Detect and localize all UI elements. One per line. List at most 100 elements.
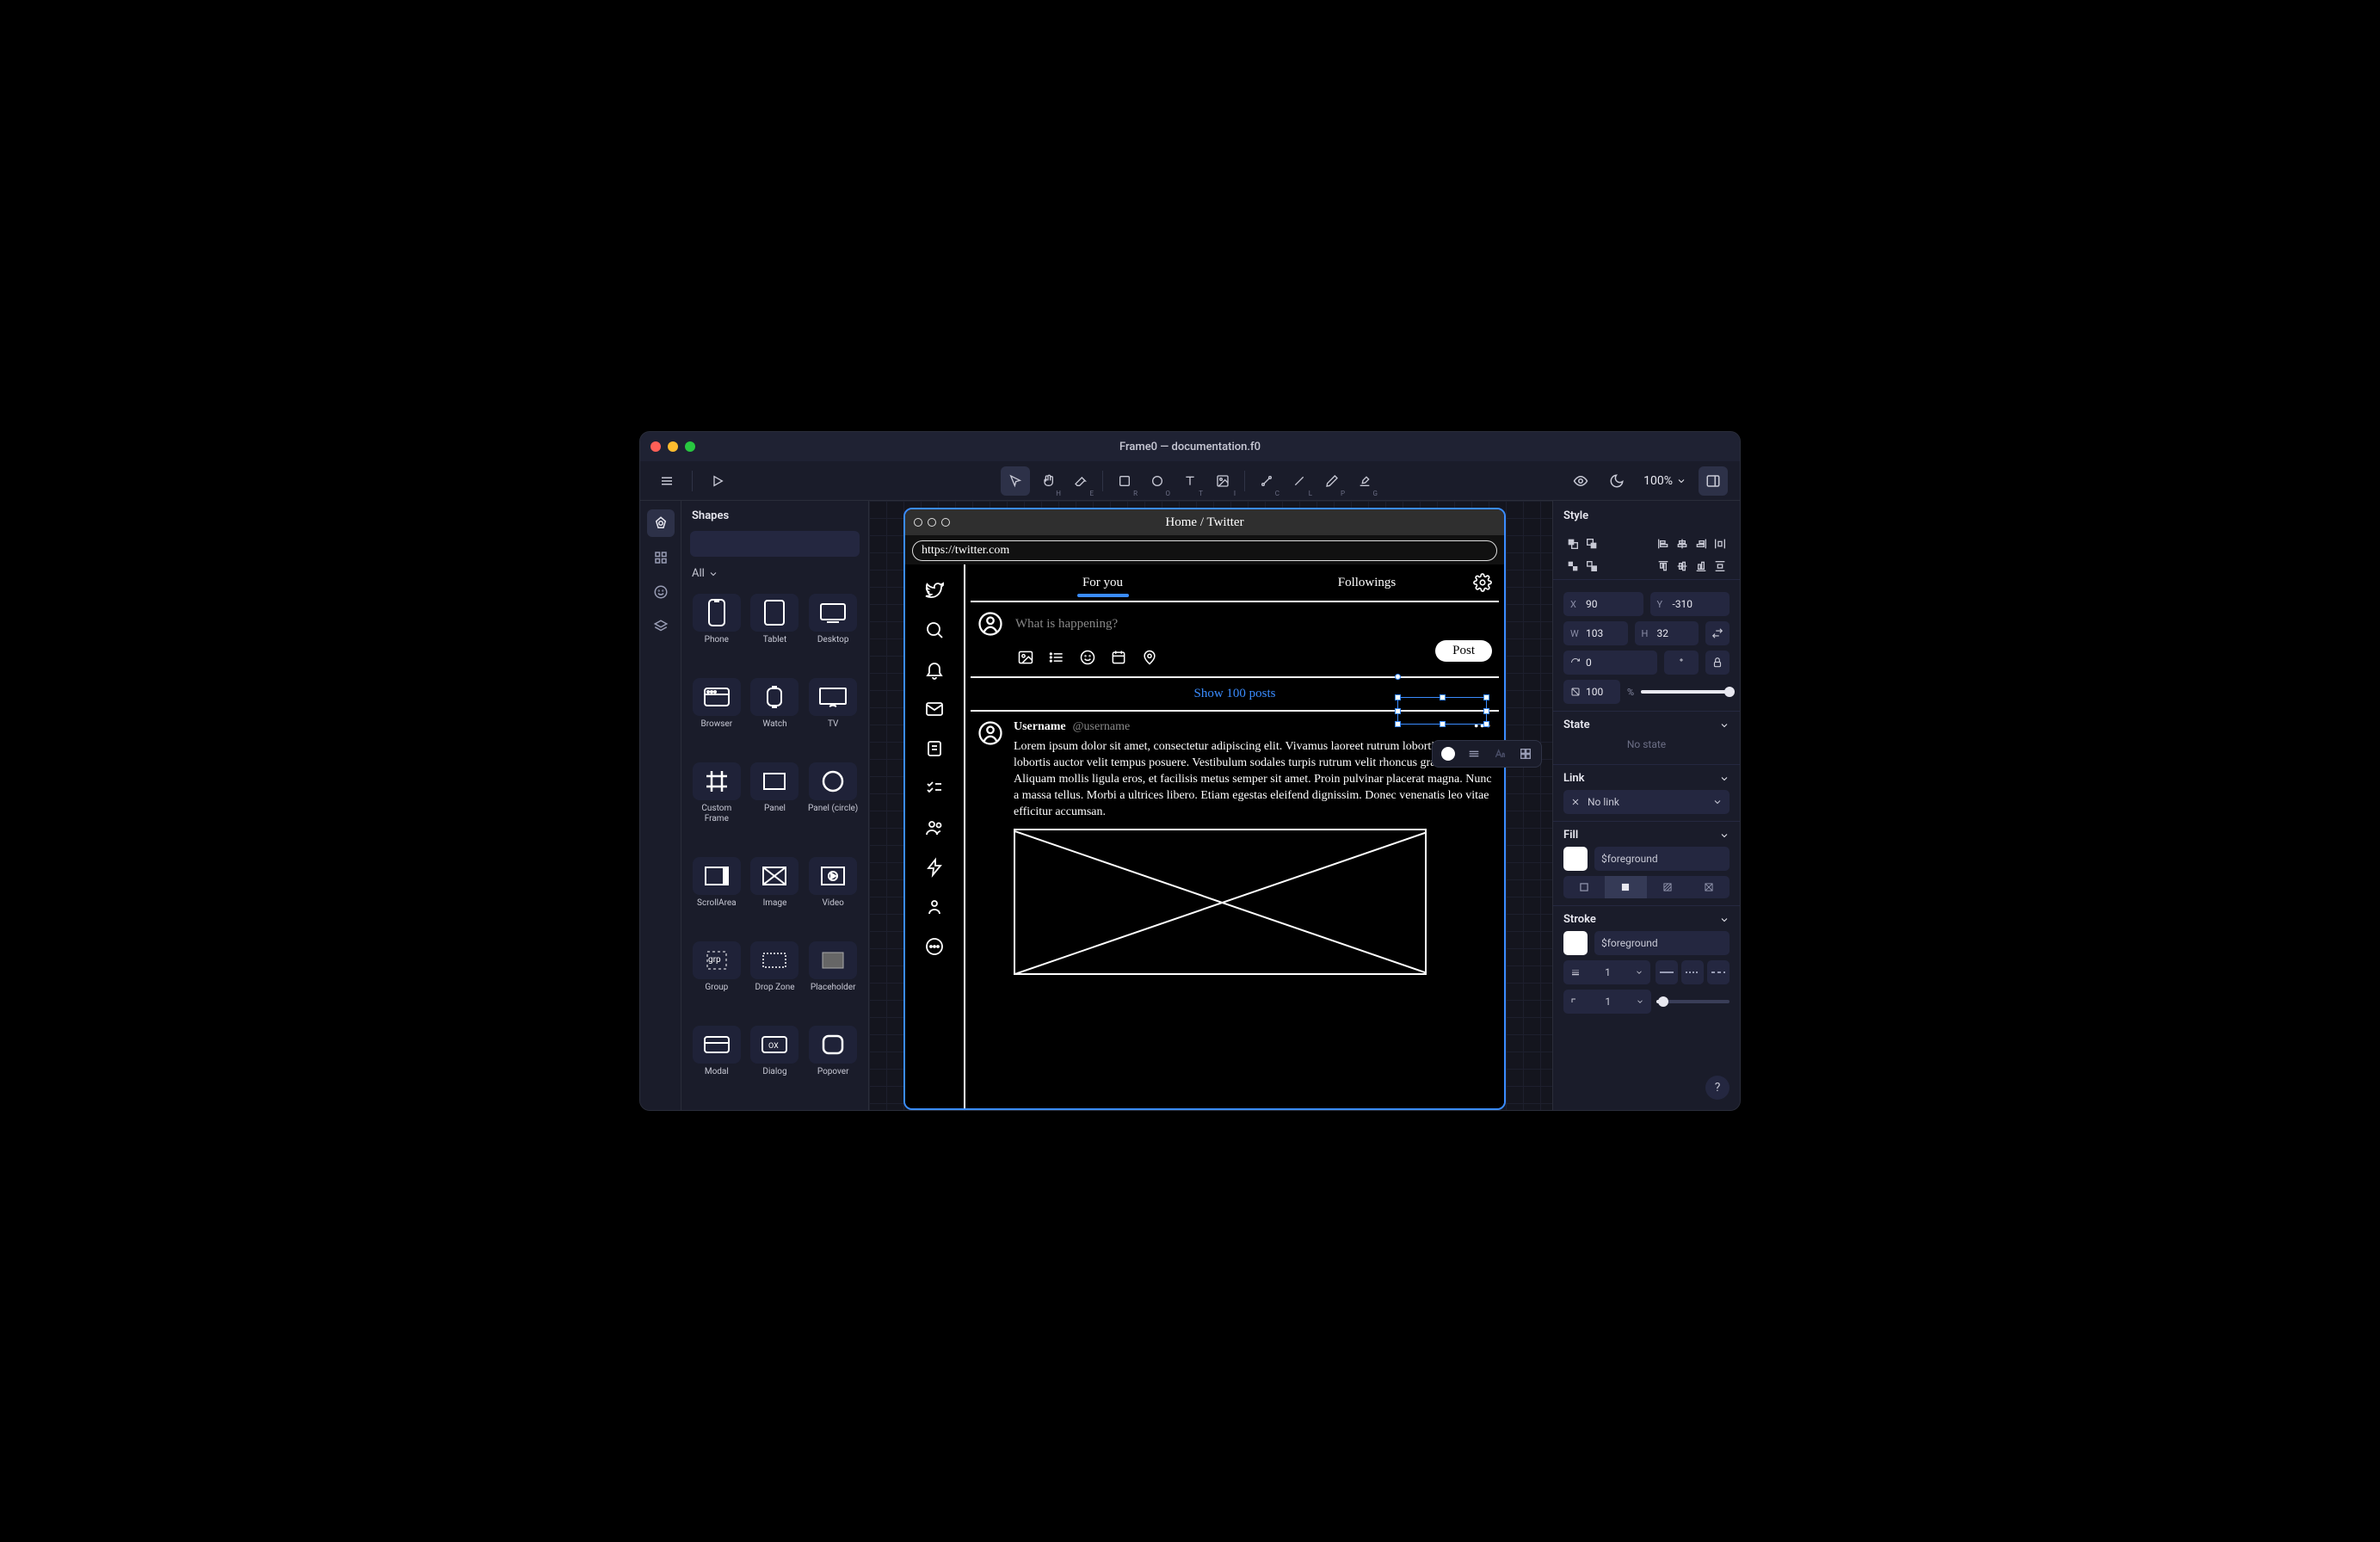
shape-item[interactable]: Phone	[690, 590, 743, 669]
line-tool[interactable]: L	[1285, 466, 1314, 496]
shape-item[interactable]: OXDialog	[749, 1022, 802, 1101]
note-icon[interactable]	[924, 738, 945, 759]
lock-aspect-button[interactable]	[1705, 651, 1730, 675]
fill-hatch[interactable]	[1647, 876, 1688, 898]
smile-icon[interactable]	[1079, 649, 1096, 666]
shape-item[interactable]: ScrollArea	[690, 854, 743, 933]
shape-item[interactable]: Panel	[749, 759, 802, 848]
align-center-v-button[interactable]	[1673, 557, 1692, 576]
shape-item[interactable]: Modal	[690, 1022, 743, 1101]
shape-item[interactable]: Placeholder	[806, 938, 860, 1017]
components-rail-button[interactable]	[647, 544, 675, 571]
height-field[interactable]: H32	[1635, 621, 1699, 645]
x-field[interactable]: X90	[1563, 592, 1643, 616]
fill-cross[interactable]	[1688, 876, 1730, 898]
shape-item[interactable]: Desktop	[806, 590, 860, 669]
shape-item[interactable]: Watch	[749, 675, 802, 754]
shapes-rail-button[interactable]	[647, 509, 675, 537]
send-backward-button[interactable]	[1582, 534, 1601, 553]
swap-wh-button[interactable]	[1705, 621, 1730, 645]
fill-solid[interactable]	[1605, 876, 1646, 898]
post-username[interactable]: Username	[1014, 720, 1066, 734]
stroke-width-select[interactable]: 1	[1563, 960, 1650, 984]
maximize-window-button[interactable]	[685, 441, 695, 452]
shapes-search-input[interactable]	[702, 538, 854, 551]
align-right-button[interactable]	[1692, 534, 1711, 553]
connector-tool[interactable]: C	[1252, 466, 1281, 496]
mock-url-bar[interactable]: https://twitter.com	[912, 540, 1497, 561]
zoom-level[interactable]: 100%	[1638, 474, 1692, 488]
rotation-field[interactable]: 0	[1563, 651, 1657, 675]
menu-button[interactable]	[652, 466, 681, 496]
twitter-bird-icon[interactable]	[924, 580, 945, 601]
stroke-join-select[interactable]: 1	[1563, 990, 1651, 1014]
emoji-rail-button[interactable]	[647, 578, 675, 606]
width-field[interactable]: W103	[1563, 621, 1628, 645]
dash-dotted[interactable]	[1681, 960, 1704, 984]
shape-item[interactable]: Tablet	[749, 590, 802, 669]
rectangle-tool[interactable]: R	[1110, 466, 1139, 496]
fill-none[interactable]	[1563, 876, 1605, 898]
show-posts-link[interactable]: Show 100 posts	[971, 678, 1499, 712]
text-style-button[interactable]	[1488, 743, 1512, 765]
shape-item[interactable]: TV	[806, 675, 860, 754]
pen-tool[interactable]: P	[1317, 466, 1347, 496]
stroke-value[interactable]: $foreground	[1594, 931, 1730, 955]
dash-dashed[interactable]	[1707, 960, 1730, 984]
location-icon[interactable]	[1141, 649, 1158, 666]
shape-item[interactable]: Drop Zone	[749, 938, 802, 1017]
text-tool[interactable]: T	[1175, 466, 1205, 496]
list-icon[interactable]	[1048, 649, 1065, 666]
eraser-tool[interactable]: E	[1066, 466, 1095, 496]
distribute-h-button[interactable]	[1711, 534, 1730, 553]
tab-for-you[interactable]: For you	[971, 576, 1235, 590]
bring-forward-button[interactable]	[1563, 534, 1582, 553]
shape-item[interactable]: Video	[806, 854, 860, 933]
settings-icon[interactable]	[1473, 573, 1492, 592]
play-button[interactable]	[703, 466, 732, 496]
opacity-field[interactable]: 100	[1563, 680, 1620, 704]
fill-swatch[interactable]	[1563, 847, 1588, 871]
y-field[interactable]: Y-310	[1650, 592, 1730, 616]
shapes-search[interactable]	[690, 531, 860, 557]
fill-swatch-button[interactable]	[1436, 743, 1460, 765]
close-window-button[interactable]	[650, 441, 661, 452]
shape-item[interactable]: Popover	[806, 1022, 860, 1101]
bell-icon[interactable]	[924, 659, 945, 680]
mail-icon[interactable]	[924, 699, 945, 719]
people-icon[interactable]	[924, 817, 945, 838]
compose-placeholder[interactable]: What is happening?	[1015, 617, 1118, 632]
shape-item[interactable]: grpGroup	[690, 938, 743, 1017]
calendar-icon[interactable]	[1110, 649, 1127, 666]
align-top-button[interactable]	[1654, 557, 1673, 576]
stroke-style-button[interactable]	[1462, 743, 1486, 765]
group-button[interactable]	[1563, 557, 1582, 576]
state-section-title[interactable]: State	[1563, 719, 1730, 731]
align-bottom-button[interactable]	[1692, 557, 1711, 576]
post-more-icon[interactable]: •••	[1474, 720, 1492, 734]
distribute-v-button[interactable]	[1711, 557, 1730, 576]
link-section-title[interactable]: Link	[1563, 772, 1730, 785]
browser-frame[interactable]: Home / Twitter https://twitter.com	[903, 508, 1506, 1110]
hand-tool[interactable]: H	[1033, 466, 1063, 496]
shape-item[interactable]: Image	[749, 854, 802, 933]
minimize-window-button[interactable]	[668, 441, 678, 452]
shapes-filter[interactable]: All	[681, 564, 868, 587]
highlighter-tool[interactable]: G	[1350, 466, 1379, 496]
link-field[interactable]: No link	[1563, 790, 1730, 814]
align-left-button[interactable]	[1654, 534, 1673, 553]
search-icon[interactable]	[924, 620, 945, 640]
fill-value[interactable]: $foreground	[1594, 847, 1730, 871]
ungroup-button[interactable]	[1582, 557, 1601, 576]
stroke-section-title[interactable]: Stroke	[1563, 913, 1730, 926]
help-button[interactable]: ?	[1705, 1076, 1730, 1100]
opacity-slider[interactable]	[1641, 690, 1730, 694]
image-tool[interactable]: I	[1208, 466, 1237, 496]
profile-icon[interactable]	[924, 897, 945, 917]
post-button[interactable]: Post	[1435, 640, 1492, 662]
canvas[interactable]: Home / Twitter https://twitter.com	[869, 501, 1552, 1110]
shape-item[interactable]: Panel (circle)	[806, 759, 860, 848]
post-handle[interactable]: @username	[1073, 720, 1131, 734]
ellipse-tool[interactable]: O	[1143, 466, 1172, 496]
select-tool[interactable]	[1001, 466, 1030, 496]
